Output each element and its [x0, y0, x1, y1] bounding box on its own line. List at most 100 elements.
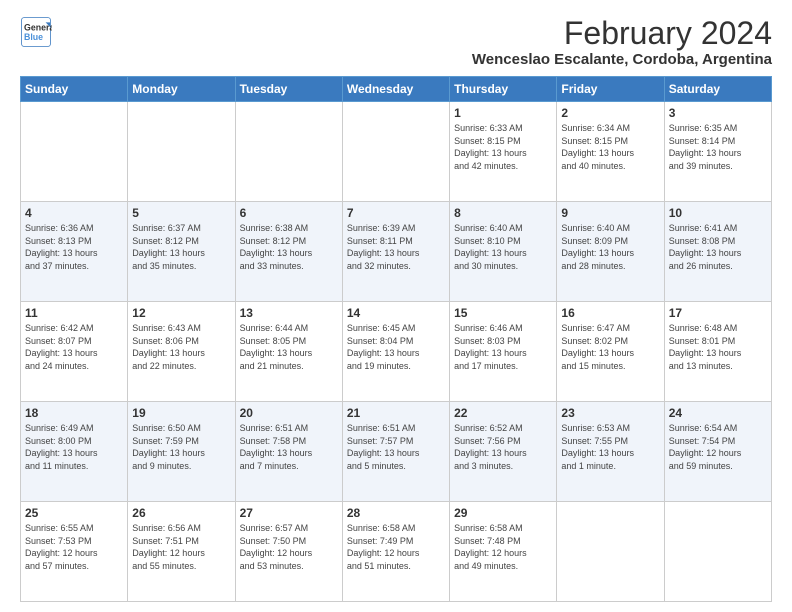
calendar-week-row: 4 Sunrise: 6:36 AM Sunset: 8:13 PM Daylig…: [21, 202, 772, 302]
calendar-cell: 14Sunrise: 6:45 AM Sunset: 8:04 PM Dayli…: [342, 302, 449, 402]
day-info: Sunrise: 6:46 AM Sunset: 8:03 PM Dayligh…: [454, 322, 552, 372]
calendar-week-row: 11 Sunrise: 6:42 AM Sunset: 8:07 PM Dayli…: [21, 302, 772, 402]
calendar-cell: [21, 102, 128, 202]
day-info: Sunrise: 6:48 AM Sunset: 8:01 PM Dayligh…: [669, 322, 767, 372]
calendar-cell: [342, 102, 449, 202]
day-number: 3: [669, 106, 767, 120]
day-info: Sunrise: 6:40 AM Sunset: 8:10 PM Dayligh…: [454, 222, 552, 272]
calendar-cell: 20 Sunrise: 6:51 AM Sunset: 7:58 PM Dayli…: [235, 402, 342, 502]
title-block: February 2024 Wenceslao Escalante, Cordo…: [472, 16, 772, 68]
day-info: Sunrise: 6:39 AM Sunset: 8:11 PM Dayligh…: [347, 222, 445, 272]
day-number: 15: [454, 306, 552, 320]
calendar-cell: 25Sunrise: 6:55 AM Sunset: 7:53 PM Dayli…: [21, 502, 128, 602]
day-info: Sunrise: 6:47 AM Sunset: 8:02 PM Dayligh…: [561, 322, 659, 372]
day-info: Sunrise: 6:41 AM Sunset: 8:08 PM Dayligh…: [669, 222, 767, 272]
calendar-cell: 23 Sunrise: 6:53 AM Sunset: 7:55 PM Dayli…: [557, 402, 664, 502]
day-number: 19: [132, 406, 230, 420]
calendar-cell: 27 Sunrise: 6:57 AM Sunset: 7:50 PM Dayli…: [235, 502, 342, 602]
calendar-cell: 13 Sunrise: 6:44 AM Sunset: 8:05 PM Dayli…: [235, 302, 342, 402]
calendar-cell: 18 Sunrise: 6:49 AM Sunset: 8:00 PM Dayli…: [21, 402, 128, 502]
calendar-cell: [557, 502, 664, 602]
day-number: 22: [454, 406, 552, 420]
day-info: Sunrise: 6:35 AM Sunset: 8:14 PM Dayligh…: [669, 122, 767, 172]
day-number: 11: [25, 306, 123, 320]
calendar-cell: 17 Sunrise: 6:48 AM Sunset: 8:01 PM Dayli…: [664, 302, 771, 402]
calendar-cell: [664, 502, 771, 602]
day-number: 4: [25, 206, 123, 220]
day-number: 13: [240, 306, 338, 320]
day-info: Sunrise: 6:42 AM Sunset: 8:07 PM Dayligh…: [25, 322, 123, 372]
day-number: 28: [347, 506, 445, 520]
calendar-cell: 26Sunrise: 6:56 AM Sunset: 7:51 PM Dayli…: [128, 502, 235, 602]
calendar-cell: 28 Sunrise: 6:58 AM Sunset: 7:49 PM Dayli…: [342, 502, 449, 602]
day-number: 21: [347, 406, 445, 420]
calendar-header: Sunday Monday Tuesday Wednesday Thursday…: [21, 77, 772, 102]
header: General Blue February 2024 Wenceslao Esc…: [20, 16, 772, 68]
day-info: Sunrise: 6:58 AM Sunset: 7:48 PM Dayligh…: [454, 522, 552, 572]
day-number: 12: [132, 306, 230, 320]
logo-icon: General Blue: [20, 16, 52, 48]
day-info: Sunrise: 6:51 AM Sunset: 7:57 PM Dayligh…: [347, 422, 445, 472]
day-info: Sunrise: 6:52 AM Sunset: 7:56 PM Dayligh…: [454, 422, 552, 472]
month-year-title: February 2024: [472, 16, 772, 51]
day-number: 10: [669, 206, 767, 220]
day-info: Sunrise: 6:36 AM Sunset: 8:13 PM Dayligh…: [25, 222, 123, 272]
day-info: Sunrise: 6:38 AM Sunset: 8:12 PM Dayligh…: [240, 222, 338, 272]
day-info: Sunrise: 6:44 AM Sunset: 8:05 PM Dayligh…: [240, 322, 338, 372]
calendar-table: Sunday Monday Tuesday Wednesday Thursday…: [20, 76, 772, 602]
calendar-cell: [128, 102, 235, 202]
day-number: 29: [454, 506, 552, 520]
col-monday: Monday: [128, 77, 235, 102]
day-info: Sunrise: 6:40 AM Sunset: 8:09 PM Dayligh…: [561, 222, 659, 272]
calendar-cell: 2 Sunrise: 6:34 AM Sunset: 8:15 PM Daylig…: [557, 102, 664, 202]
day-info: Sunrise: 6:51 AM Sunset: 7:58 PM Dayligh…: [240, 422, 338, 472]
page: General Blue February 2024 Wenceslao Esc…: [0, 0, 792, 612]
day-number: 18: [25, 406, 123, 420]
calendar-cell: 5 Sunrise: 6:37 AM Sunset: 8:12 PM Daylig…: [128, 202, 235, 302]
calendar-cell: 9 Sunrise: 6:40 AM Sunset: 8:09 PM Daylig…: [557, 202, 664, 302]
day-info: Sunrise: 6:57 AM Sunset: 7:50 PM Dayligh…: [240, 522, 338, 572]
calendar-cell: 11 Sunrise: 6:42 AM Sunset: 8:07 PM Dayli…: [21, 302, 128, 402]
day-number: 23: [561, 406, 659, 420]
day-info: Sunrise: 6:33 AM Sunset: 8:15 PM Dayligh…: [454, 122, 552, 172]
calendar-cell: [235, 102, 342, 202]
day-number: 5: [132, 206, 230, 220]
day-number: 7: [347, 206, 445, 220]
calendar-cell: 3 Sunrise: 6:35 AM Sunset: 8:14 PM Daylig…: [664, 102, 771, 202]
day-number: 9: [561, 206, 659, 220]
day-number: 17: [669, 306, 767, 320]
day-info: Sunrise: 6:34 AM Sunset: 8:15 PM Dayligh…: [561, 122, 659, 172]
day-info: Sunrise: 6:58 AM Sunset: 7:49 PM Dayligh…: [347, 522, 445, 572]
day-info: Sunrise: 6:50 AM Sunset: 7:59 PM Dayligh…: [132, 422, 230, 472]
calendar-cell: 15 Sunrise: 6:46 AM Sunset: 8:03 PM Dayli…: [450, 302, 557, 402]
day-number: 16: [561, 306, 659, 320]
logo: General Blue: [20, 16, 52, 48]
day-number: 2: [561, 106, 659, 120]
calendar-cell: 1 Sunrise: 6:33 AM Sunset: 8:15 PM Daylig…: [450, 102, 557, 202]
col-wednesday: Wednesday: [342, 77, 449, 102]
location-subtitle: Wenceslao Escalante, Cordoba, Argentina: [472, 51, 772, 68]
day-info: Sunrise: 6:37 AM Sunset: 8:12 PM Dayligh…: [132, 222, 230, 272]
calendar-cell: 7 Sunrise: 6:39 AM Sunset: 8:11 PM Daylig…: [342, 202, 449, 302]
day-info: Sunrise: 6:49 AM Sunset: 8:00 PM Dayligh…: [25, 422, 123, 472]
day-info: Sunrise: 6:43 AM Sunset: 8:06 PM Dayligh…: [132, 322, 230, 372]
day-number: 6: [240, 206, 338, 220]
calendar-cell: 21 Sunrise: 6:51 AM Sunset: 7:57 PM Dayli…: [342, 402, 449, 502]
calendar-cell: 8 Sunrise: 6:40 AM Sunset: 8:10 PM Daylig…: [450, 202, 557, 302]
col-friday: Friday: [557, 77, 664, 102]
calendar-body: 1 Sunrise: 6:33 AM Sunset: 8:15 PM Daylig…: [21, 102, 772, 602]
calendar-week-row: 18 Sunrise: 6:49 AM Sunset: 8:00 PM Dayli…: [21, 402, 772, 502]
day-number: 8: [454, 206, 552, 220]
day-number: 1: [454, 106, 552, 120]
day-number: 25: [25, 506, 123, 520]
col-thursday: Thursday: [450, 77, 557, 102]
day-info: Sunrise: 6:45 AM Sunset: 8:04 PM Dayligh…: [347, 322, 445, 372]
day-number: 27: [240, 506, 338, 520]
calendar-week-row: 1 Sunrise: 6:33 AM Sunset: 8:15 PM Daylig…: [21, 102, 772, 202]
calendar-week-row: 25Sunrise: 6:55 AM Sunset: 7:53 PM Dayli…: [21, 502, 772, 602]
day-number: 24: [669, 406, 767, 420]
day-info: Sunrise: 6:53 AM Sunset: 7:55 PM Dayligh…: [561, 422, 659, 472]
calendar-cell: 12 Sunrise: 6:43 AM Sunset: 8:06 PM Dayli…: [128, 302, 235, 402]
day-number: 20: [240, 406, 338, 420]
col-tuesday: Tuesday: [235, 77, 342, 102]
